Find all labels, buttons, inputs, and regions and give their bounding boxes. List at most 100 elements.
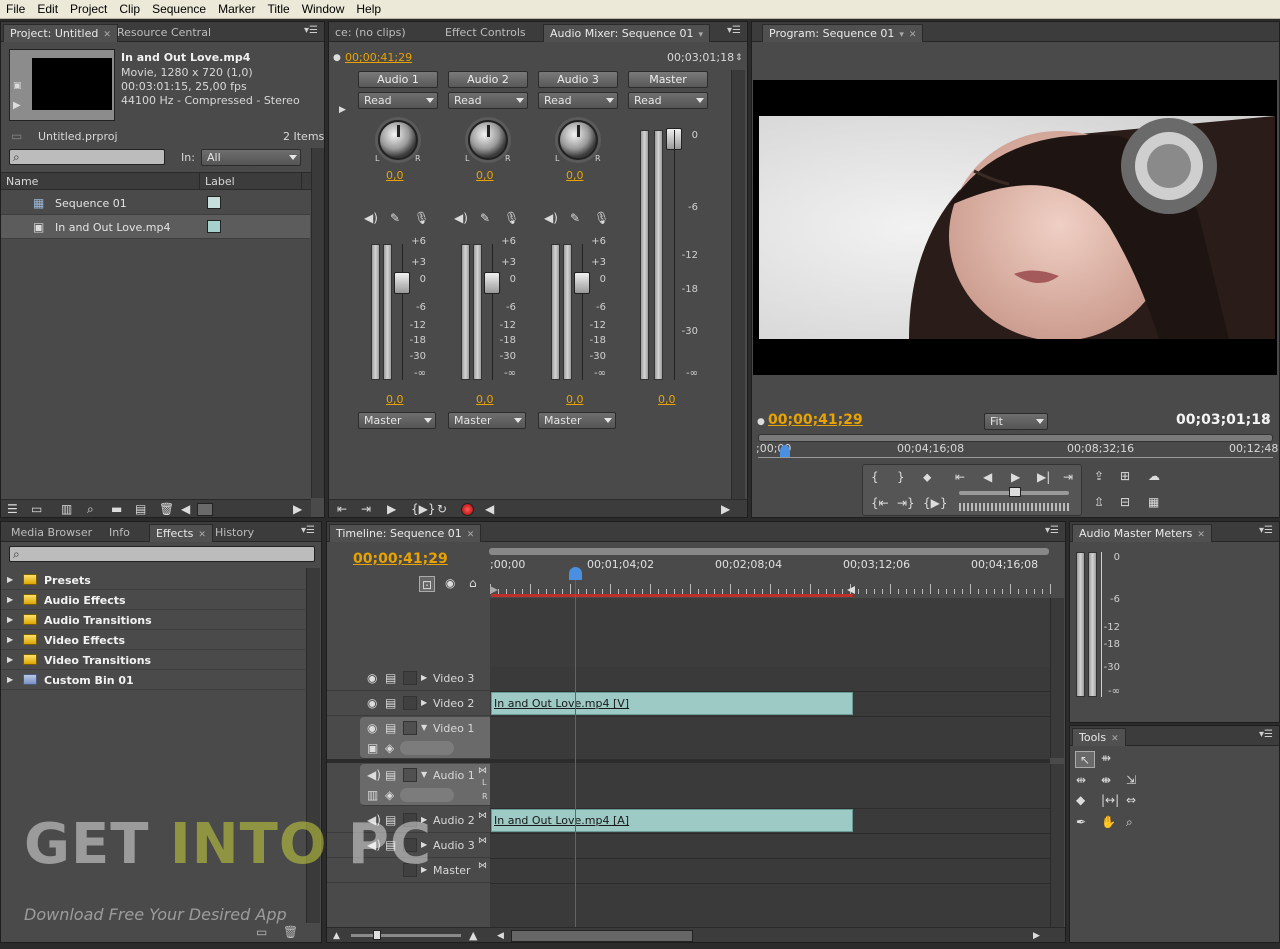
out-point-marker[interactable]: [847, 586, 855, 594]
tab-audio-mixer[interactable]: Audio Mixer: Sequence 01 ▾: [543, 24, 711, 42]
audio-tracks-scrollbar[interactable]: [1050, 764, 1064, 927]
display-style-icon[interactable]: ▥: [367, 789, 378, 801]
expand-track-icon[interactable]: ▶: [421, 672, 427, 684]
automation-mode-select[interactable]: Read: [358, 92, 438, 109]
close-icon[interactable]: ✕: [198, 530, 206, 540]
panel-menu-icon[interactable]: ▾☰: [1259, 729, 1273, 740]
in-point-marker[interactable]: [490, 586, 498, 594]
menu-title[interactable]: Title: [261, 2, 295, 16]
pan-knob[interactable]: [378, 120, 418, 160]
audio-clip[interactable]: In and Out Love.mp4 [A]: [491, 809, 853, 832]
menu-edit[interactable]: Edit: [31, 2, 64, 16]
record-enable-icon[interactable]: 🎙: [594, 212, 609, 224]
keyframe-navigator[interactable]: [400, 741, 454, 755]
sync-lock-icon[interactable]: ▤: [385, 722, 396, 734]
expand-folder-icon[interactable]: ▶: [7, 574, 13, 586]
sync-lock-icon[interactable]: ▤: [385, 672, 396, 684]
marker-set-icon[interactable]: ⬥: [923, 471, 931, 483]
close-icon[interactable]: ✕: [909, 30, 917, 40]
zoom-tool-icon[interactable]: ⌕: [1126, 816, 1133, 828]
output-icon[interactable]: ☁: [1148, 470, 1160, 482]
in-filter-select[interactable]: All: [201, 149, 301, 166]
solo-icon[interactable]: ✎: [480, 212, 490, 224]
loop-icon[interactable]: ↻: [437, 503, 447, 515]
menu-help[interactable]: Help: [350, 2, 387, 16]
expand-track-icon[interactable]: ▶: [421, 697, 427, 709]
col-label-header[interactable]: Label: [205, 175, 235, 188]
effects-search-input[interactable]: ⌕: [9, 546, 315, 562]
panel-menu-icon[interactable]: ▾☰: [1045, 525, 1059, 536]
record-enable-icon[interactable]: 🎙: [414, 212, 429, 224]
pan-knob[interactable]: [558, 120, 598, 160]
mute-icon[interactable]: ◀): [454, 212, 468, 224]
label-color-swatch[interactable]: [207, 220, 221, 233]
effects-folder-item[interactable]: ▶ Presets: [1, 570, 305, 590]
effects-folder-item[interactable]: ▶ Audio Transitions: [1, 610, 305, 630]
record-icon[interactable]: [461, 503, 474, 516]
expand-folder-icon[interactable]: ▶: [7, 614, 13, 626]
keyframe-icon[interactable]: ◈: [385, 742, 394, 754]
display-style-icon[interactable]: ▣: [367, 742, 378, 754]
program-current-timecode[interactable]: 00;00;41;29: [768, 412, 863, 428]
sync-lock-icon[interactable]: ▤: [385, 697, 396, 709]
track-lock-toggle[interactable]: [403, 768, 417, 782]
zoom-out-icon[interactable]: ▲: [333, 930, 340, 942]
zoom-in-icon[interactable]: ▲: [469, 930, 477, 942]
mute-icon[interactable]: ◀): [544, 212, 558, 224]
effects-folder-item[interactable]: ▶ Video Effects: [1, 630, 305, 650]
playhead-icon[interactable]: [780, 445, 790, 457]
expand-folder-icon[interactable]: ▶: [7, 674, 13, 686]
mixer-scrollbar[interactable]: [731, 70, 745, 500]
go-to-in-icon[interactable]: {⇤: [871, 497, 889, 509]
new-bin-icon[interactable]: ▭: [256, 926, 267, 938]
tab-resource-central[interactable]: Resource Central: [111, 24, 217, 42]
set-in-icon[interactable]: {: [871, 471, 879, 483]
find-icon[interactable]: ⌕: [87, 503, 94, 515]
project-scrollbar[interactable]: [311, 148, 324, 498]
mute-icon[interactable]: ◀): [364, 212, 378, 224]
panel-menu-icon[interactable]: ▾☰: [1259, 525, 1273, 536]
keyframe-navigator[interactable]: [400, 788, 454, 802]
selection-tool-icon[interactable]: ↖: [1075, 751, 1095, 768]
scroll-left-icon[interactable]: ◀: [485, 503, 494, 515]
scroll-thumb[interactable]: [197, 503, 213, 516]
close-icon[interactable]: ✕: [103, 30, 111, 40]
set-marker-icon[interactable]: ◉: [445, 577, 455, 589]
play-in-to-out-icon[interactable]: {▶}: [923, 497, 948, 509]
track-lock-toggle[interactable]: [403, 696, 417, 710]
timeline-zoom-slider[interactable]: [351, 934, 461, 937]
eye-icon[interactable]: ◉: [367, 672, 377, 684]
pan-value[interactable]: 0,0: [566, 169, 584, 182]
level-value[interactable]: 0,0: [566, 393, 584, 406]
menu-window[interactable]: Window: [296, 2, 351, 16]
work-area-bar[interactable]: [491, 594, 853, 597]
automation-mode-select[interactable]: Read: [538, 92, 618, 109]
track-lock-toggle[interactable]: [403, 721, 417, 735]
slide-tool-icon[interactable]: ⇔: [1126, 794, 1136, 806]
solo-icon[interactable]: ✎: [570, 212, 580, 224]
step-forward-icon[interactable]: ▶|: [1037, 471, 1050, 483]
zoom-slider-handle[interactable]: [373, 930, 381, 940]
record-enable-icon[interactable]: 🎙: [504, 212, 519, 224]
show-effects-icon[interactable]: ▶: [339, 104, 346, 116]
effects-folder-item[interactable]: ▶ Video Transitions: [1, 650, 305, 670]
close-icon[interactable]: ✕: [467, 530, 475, 540]
panel-menu-icon[interactable]: ▾☰: [304, 25, 318, 36]
tab-tools[interactable]: Tools ✕: [1072, 728, 1126, 746]
collapse-track-icon[interactable]: ▼: [421, 722, 427, 734]
close-icon[interactable]: ✕: [1111, 734, 1119, 744]
chevron-down-icon[interactable]: ▾: [899, 30, 904, 40]
shuttle-handle[interactable]: [1009, 487, 1021, 497]
new-bin-icon[interactable]: ▬: [111, 503, 122, 515]
keyframe-icon[interactable]: ◈: [385, 789, 394, 801]
poster-frame-icon[interactable]: ▣: [13, 80, 22, 92]
tab-media-browser[interactable]: Media Browser: [5, 524, 98, 542]
export-frame-icon[interactable]: ⊟: [1120, 496, 1130, 508]
video-clip[interactable]: In and Out Love.mp4 [V]: [491, 692, 853, 715]
snap-icon[interactable]: ⊡: [419, 576, 435, 592]
level-value[interactable]: 0,0: [386, 393, 404, 406]
scroll-right-icon[interactable]: ▶: [721, 503, 730, 515]
play-in-to-out-icon[interactable]: {▶}: [411, 503, 436, 515]
set-encore-marker-icon[interactable]: ⌂: [469, 577, 477, 589]
go-to-previous-edit-icon[interactable]: ⇤: [955, 471, 965, 483]
